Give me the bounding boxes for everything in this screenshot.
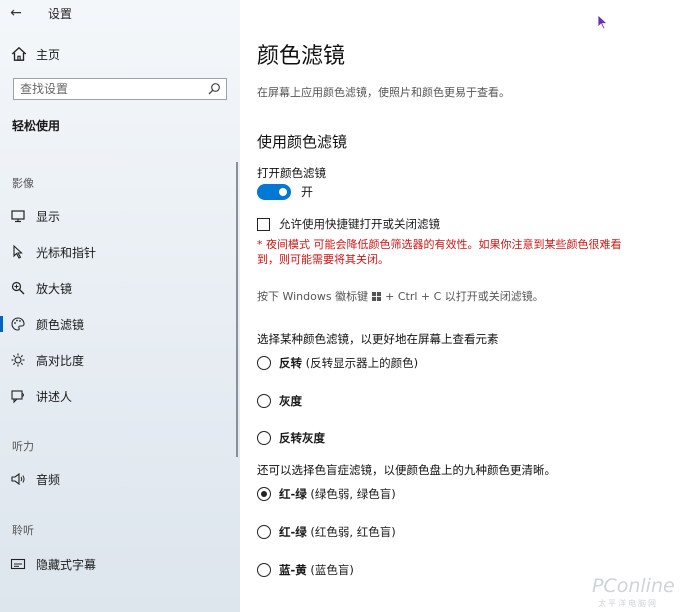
- windows-logo-icon: [372, 291, 382, 301]
- toggle-label: 打开颜色滤镜: [257, 166, 326, 180]
- option-name: 红-绿: [279, 487, 307, 501]
- sidebar-item-label: 光标和指针: [36, 245, 97, 260]
- home-label: 主页: [36, 47, 61, 62]
- sidebar-item-cursor[interactable]: 光标和指针: [0, 239, 236, 265]
- sidebar-item-label: 放大镜: [36, 281, 73, 296]
- color-filter-toggle[interactable]: 开: [257, 183, 313, 200]
- group-label-interaction: 聆听: [12, 524, 34, 537]
- search-input[interactable]: [14, 82, 206, 96]
- page-title: 颜色滤镜: [257, 44, 346, 69]
- option-name: 灰度: [279, 394, 302, 408]
- sidebar-item-narrator[interactable]: 讲述人: [0, 383, 236, 409]
- sidebar-item-high-contrast[interactable]: 高对比度: [0, 347, 236, 373]
- palette-icon: [11, 317, 25, 331]
- filter-option-grayscale[interactable]: 灰度: [257, 393, 302, 409]
- sidebar-item-label: 音频: [36, 472, 61, 487]
- hint-suffix: + Ctrl + C 以打开或关闭滤镜。: [385, 290, 544, 303]
- watermark-sub: 太平洋电脑网: [598, 599, 658, 608]
- sidebar-item-display[interactable]: 显示: [0, 203, 236, 229]
- radio-inverted-grayscale[interactable]: [257, 431, 271, 445]
- back-button[interactable]: ←: [2, 5, 30, 21]
- shortcut-checkbox[interactable]: [257, 217, 270, 231]
- monitor-icon: [11, 210, 25, 223]
- mouse-pointer-icon: [597, 14, 609, 30]
- sidebar-item-label: 显示: [36, 209, 61, 224]
- option-detail: (反转显示器上的颜色): [302, 356, 419, 370]
- window-title: 设置: [48, 6, 73, 21]
- main-content: 颜色滤镜 在屏幕上应用颜色滤镜，使照片和颜色更易于查看。 使用颜色滤镜 打开颜色…: [240, 0, 700, 612]
- toggle-state-text: 开: [301, 185, 314, 199]
- sidebar-item-audio[interactable]: 音频: [0, 466, 236, 492]
- title-bar: ← 设置: [0, 0, 240, 26]
- sidebar-item-label: 颜色滤镜: [36, 317, 85, 332]
- shortcut-hint: 按下 Windows 徽标键 + Ctrl + C 以打开或关闭滤镜。: [257, 288, 544, 304]
- radio-deuteranopia[interactable]: [257, 487, 271, 501]
- choose-filter-label: 选择某种颜色滤镜，以更好地在屏幕上查看元素: [257, 332, 499, 346]
- radio-tritanopia[interactable]: [257, 563, 271, 577]
- option-name: 蓝-黄: [279, 563, 307, 577]
- option-detail: (红色弱, 红色盲): [306, 525, 396, 539]
- radio-grayscale[interactable]: [257, 394, 271, 408]
- group-label-hearing: 听力: [12, 440, 34, 453]
- option-name: 红-绿: [279, 525, 307, 539]
- page-description: 在屏幕上应用颜色滤镜，使照片和颜色更易于查看。: [257, 86, 510, 99]
- sun-icon: [11, 353, 25, 367]
- caption-icon: [10, 558, 26, 570]
- shortcut-checkbox-label: 允许使用快捷键打开或关闭滤镜: [279, 217, 440, 231]
- search-icon[interactable]: [206, 81, 222, 97]
- colorblind-label: 还可以选择色盲症滤镜，以便颜色盘上的九种颜色更清晰。: [257, 463, 556, 477]
- option-name: 反转: [279, 356, 302, 370]
- sidebar: ← 设置 主页 轻松使用 影像 显示 光标和指针 放大镜 颜色滤镜 高对比度 讲…: [0, 0, 240, 612]
- section-heading: 使用颜色滤镜: [257, 133, 348, 151]
- filter-option-protanopia[interactable]: 红-绿 (红色弱, 红色盲): [257, 524, 396, 540]
- sidebar-item-magnifier[interactable]: 放大镜: [0, 275, 236, 301]
- sidebar-item-label: 隐藏式字幕: [36, 557, 97, 572]
- option-name: 反转灰度: [279, 431, 325, 445]
- sidebar-item-label: 高对比度: [36, 353, 85, 368]
- home-icon: [11, 46, 27, 61]
- sidebar-item-closed-captions[interactable]: 隐藏式字幕: [0, 551, 236, 577]
- home-link[interactable]: 主页: [10, 45, 60, 63]
- night-mode-warning: * 夜间模式 可能会降低颜色筛选器的有效性。如果你注意到某些颜色很难看到，则可能…: [257, 238, 622, 266]
- shortcut-checkbox-row[interactable]: 允许使用快捷键打开或关闭滤镜: [257, 216, 440, 232]
- magnifier-icon: [11, 281, 25, 295]
- sidebar-item-color-filters[interactable]: 颜色滤镜: [0, 311, 236, 337]
- filter-option-invert[interactable]: 反转 (反转显示器上的颜色): [257, 355, 418, 371]
- search-box[interactable]: [13, 78, 227, 100]
- toggle-switch[interactable]: [257, 183, 291, 200]
- toggle-knob: [279, 187, 287, 196]
- sidebar-item-label: 讲述人: [36, 389, 73, 404]
- narrator-icon: [11, 390, 24, 404]
- radio-protanopia[interactable]: [257, 525, 271, 539]
- pointer-icon: [13, 244, 23, 259]
- filter-option-deuteranopia[interactable]: 红-绿 (绿色弱, 绿色盲): [257, 486, 396, 502]
- option-detail: (蓝色盲): [306, 563, 354, 577]
- filter-option-tritanopia[interactable]: 蓝-黄 (蓝色盲): [257, 562, 354, 578]
- filter-option-inverted-grayscale[interactable]: 反转灰度: [257, 430, 325, 446]
- group-label-vision: 影像: [12, 177, 34, 190]
- radio-invert[interactable]: [257, 356, 271, 370]
- sidebar-scrollbar[interactable]: [236, 162, 238, 457]
- watermark-brand: PConline: [592, 575, 675, 597]
- section-title: 轻松使用: [12, 119, 61, 133]
- option-detail: (绿色弱, 绿色盲): [306, 487, 396, 501]
- speaker-icon: [11, 472, 25, 486]
- hint-prefix: 按下 Windows 徽标键: [257, 290, 369, 303]
